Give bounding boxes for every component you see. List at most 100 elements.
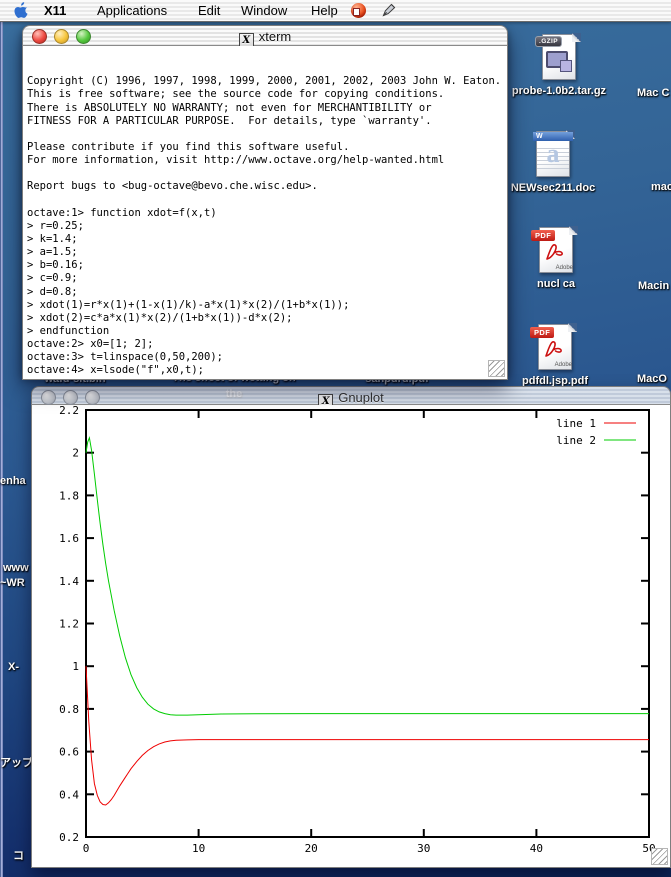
pdf-badge: PDF [531,230,556,241]
gnuplot-canvas: 0 10 20 30 40 50 0.2 0.4 0.6 0.8 1 1.2 1.4 1.6 1.8 2 2.2… [31,405,671,868]
legend-label: line 1 [556,417,596,430]
y-tick-label: 0.8 [59,703,79,716]
desktop-icon-label-fragment[interactable]: Macin [638,280,669,292]
terminal[interactable]: Copyright (C) 1996, 1997, 1998, 1999, 20… [22,46,508,380]
window-title: X Gnuplot [318,390,384,409]
desktop-icon-label-fragment[interactable]: enha [0,475,26,487]
ink-pen-icon[interactable] [381,2,397,23]
terminal-line: This is free software; see the source co… [27,88,445,101]
pdf-file-icon: PDF Adobe [531,226,578,275]
y-tick-label: 1 [72,660,79,673]
terminal-line: > b=0.16; [27,259,84,272]
close-button[interactable] [41,390,56,405]
terminal-line: > endfunction [27,324,110,337]
y-tick-label: 1.8 [59,489,79,502]
terminal-line: octave:1> function xdot=f(x,t) [27,206,217,219]
x-tick-label: 0 [83,842,90,855]
zoom-button[interactable] [76,29,91,44]
terminal-line: octave:5> plot(t,x); [27,378,507,379]
y-tick-label: 0.2 [59,831,79,844]
desktop-icon-label-fragment[interactable]: Mac C [637,87,669,99]
menu-edit[interactable]: Edit [198,3,220,18]
x-tick-label: 30 [417,842,430,855]
terminal-line: > d=0.8; [27,285,78,298]
desktop-icon-label-fragment[interactable]: www [3,562,29,574]
terminal-line: > r=0.25; [27,219,84,232]
desktop-icon-word-doc[interactable]: W a NEWsec211.doc [493,130,613,194]
icon-label: nucl ca [537,278,575,290]
desktop-icon-label-fragment[interactable]: X- [8,661,19,673]
gzip-file-icon: .GZIP [535,33,581,82]
y-tick-label: 1.6 [59,532,79,545]
terminal-line: Please contribute if you find this softw… [27,141,350,154]
desktop-icon-pdf-2[interactable]: PDF Adobe pdfdl.jsp.pdf [495,323,615,387]
terminal-line: Report bugs to <bug-octave@bevo.che.wisc… [27,180,318,193]
y-tick-label: 2.2 [59,405,79,417]
desktop-icon-label-fragment[interactable]: アップ [0,754,33,770]
pdf-badge: PDF [530,327,555,338]
apple-menu[interactable] [14,2,28,23]
terminal-line: There is ABSOLUTELY NO WARRANTY; not eve… [27,101,432,114]
menu-applications[interactable]: Applications [97,3,167,18]
xterm-window: Xxterm Copyright (C) 1996, 1997, 1998, 1… [22,25,508,380]
minimize-button[interactable] [63,390,78,405]
zoom-button[interactable] [85,390,100,405]
word-file-icon: W a [532,130,575,179]
desktop-icon-label-fragment[interactable]: MacO [637,373,667,385]
y-tick-label: 1.4 [59,575,79,588]
y-tick-label: 2 [72,447,79,460]
adobe-brand-text: Adobe [554,362,572,368]
x-tick-label: 40 [530,842,543,855]
xterm-resize-grip[interactable] [488,360,505,377]
apple-logo-icon [14,2,28,18]
menu-window[interactable]: Window [241,3,287,18]
terminal-line: octave:2> x0=[1; 2]; [27,338,154,351]
terminal-line: Copyright (C) 1996, 1997, 1998, 1999, 20… [27,75,502,88]
adobe-brand-text: Adobe [555,265,573,271]
doc-watermark: a [546,139,560,168]
terminal-line: > xdot(1)=r*x(1)+(1-x(1)/k)-a*x(1)*x(2)/… [27,298,350,311]
menu-bar: X11 Applications Edit Window Help [0,0,671,22]
y-tick-label: 1.2 [59,618,79,631]
minimize-button[interactable] [54,29,69,44]
desktop-screen: enha www ~WR X- アップ コ wafu-sit.bin The e… [0,0,671,877]
gnuplot-titlebar[interactable]: X Gnuplot [31,386,671,409]
icon-label: NEWsec211.doc [510,182,596,194]
terminal-output: Copyright (C) 1996, 1997, 1998, 1999, 20… [27,75,507,379]
desktop-icon-label-fragment[interactable]: mac [651,181,671,193]
close-button[interactable] [32,29,47,44]
terminal-line: octave:4> x=lsode("f",x0,t); [27,364,205,377]
desktop-icon-gzip-archive[interactable]: .GZIP probe-1.0b2.tar.gz [499,33,619,97]
terminal-line: > a=1.5; [27,246,78,259]
terminal-line: octave:3> t=linspace(0,50,200); [27,351,223,364]
gzip-badge: .GZIP [535,36,562,47]
menu-app-name[interactable]: X11 [44,3,66,18]
desktop-icon-label-fragment[interactable]: コ [13,847,24,863]
y-tick-label: 0.4 [59,788,79,801]
pdf-file-icon: PDF Adobe [530,323,577,372]
adobe-ribbon-icon [544,242,568,267]
desktop-icon-label-fragment[interactable]: ~WR [0,577,25,589]
gnuplot-window: X Gnuplot 0 10 20 30 40 50 0.2 0.4 0.6 0.8 1 1.2 1.4 1… [31,386,671,868]
terminal-line: FITNESS FOR A PARTICULAR PURPOSE. For de… [27,114,432,127]
x-tick-label: 20 [305,842,318,855]
terminal-line: > c=0.9; [27,272,78,285]
plot-border [85,409,650,838]
legend-label: line 2 [556,434,596,447]
terminal-line: For more information, visit http://www.o… [27,154,445,167]
x-tick-label: 10 [192,842,205,855]
adobe-ribbon-icon [543,339,567,364]
classic-environment-icon[interactable] [351,3,366,18]
xterm-titlebar[interactable]: Xxterm [22,25,508,48]
y-tick-label: 0.6 [59,746,79,759]
terminal-line: > k=1.4; [27,233,78,245]
desktop-icon-pdf-1[interactable]: PDF Adobe nucl ca [496,226,616,290]
plot: 0 10 20 30 40 500.20.40.60.811.21.41.61.822.2… [59,405,656,855]
gnuplot-resize-grip[interactable] [651,848,668,865]
menu-help[interactable]: Help [311,3,338,18]
terminal-line: > xdot(2)=c*a*x(1)*x(2)/(1+b*x(1))-d*x(2… [27,311,293,324]
icon-label: probe-1.0b2.tar.gz [511,85,607,97]
